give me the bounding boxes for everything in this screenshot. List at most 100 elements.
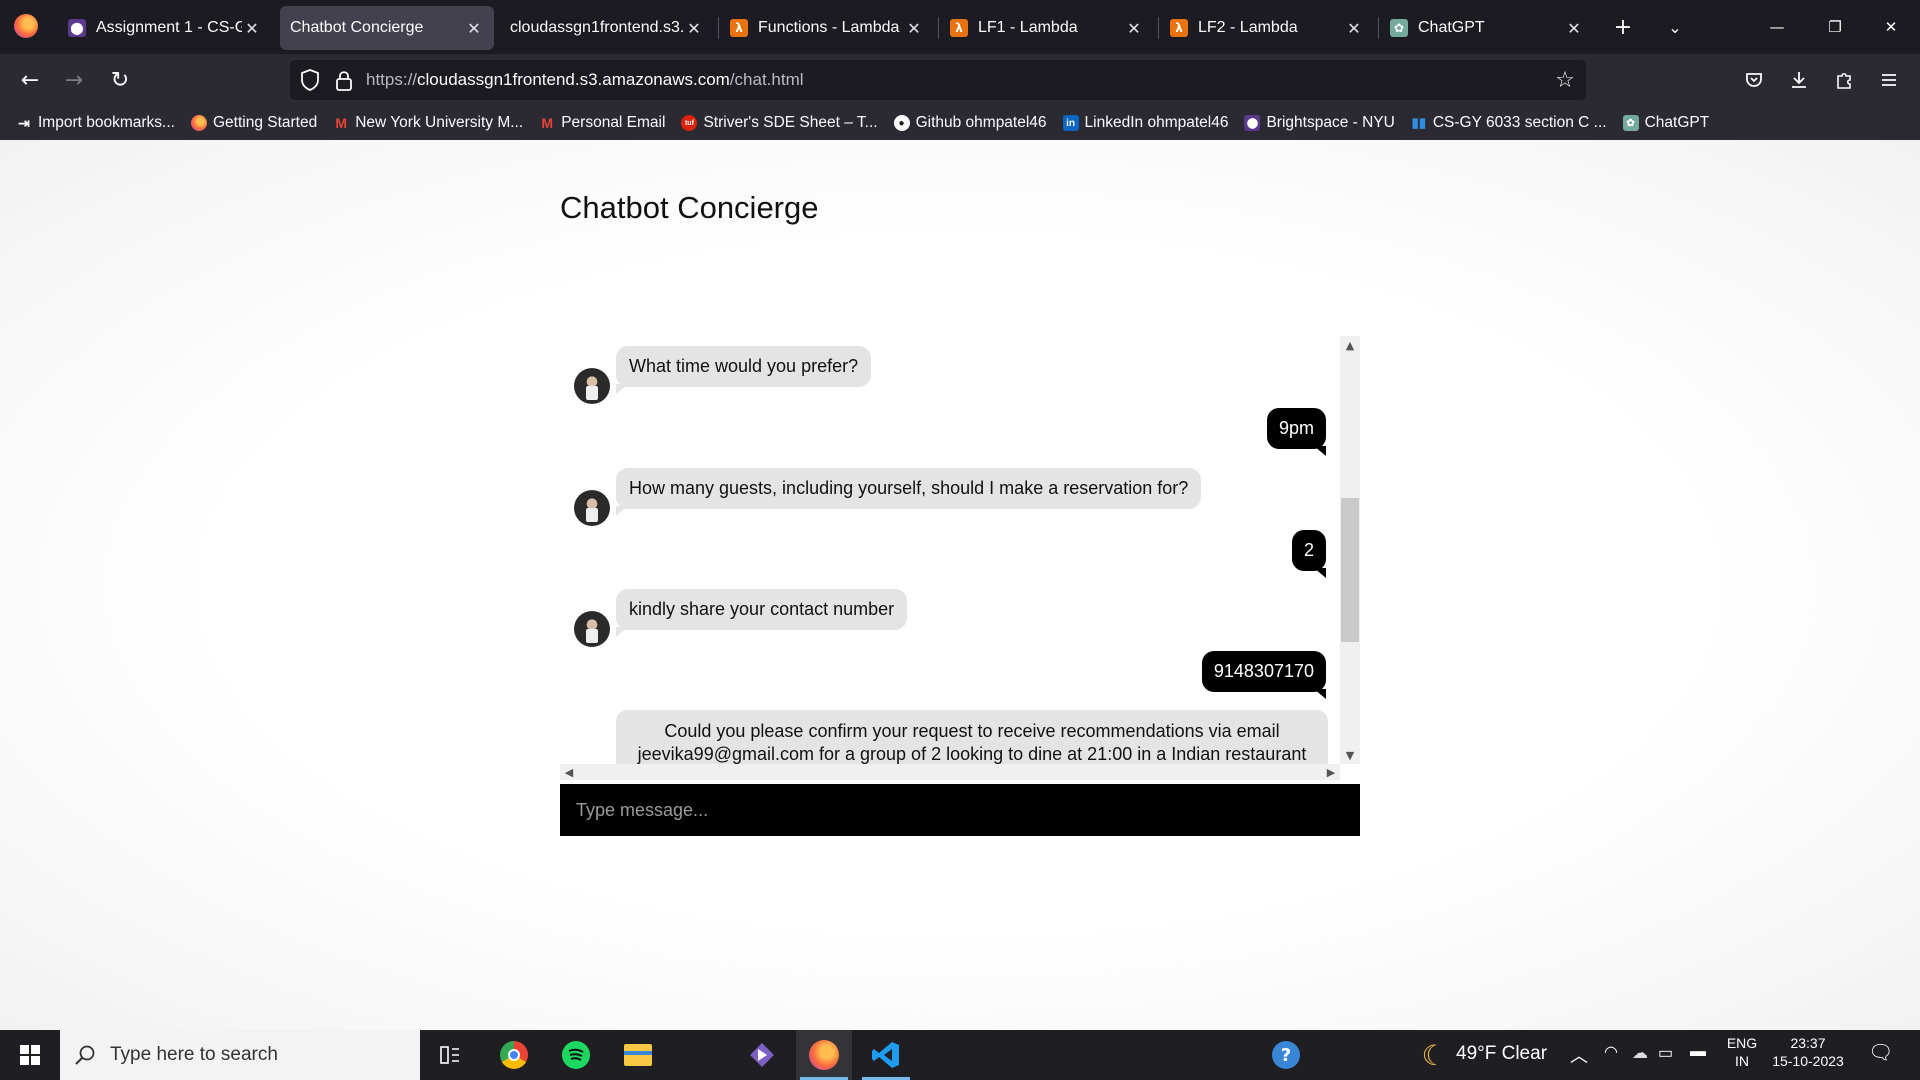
gmail-icon: M — [335, 115, 348, 131]
weather-text[interactable]: 49°F Clear — [1456, 1043, 1547, 1065]
start-button[interactable] — [0, 1030, 60, 1080]
bookmark-brightspace[interactable]: ⬤ Brightspace - NYU — [1244, 114, 1395, 132]
taskbar-search-box[interactable]: Type here to search — [60, 1030, 420, 1080]
aws-lambda-icon: λ — [1170, 19, 1188, 37]
bookmark-label: Getting Started — [212, 114, 318, 131]
scroll-left-arrow-icon[interactable]: ◀ — [560, 764, 578, 780]
search-placeholder: Type here to search — [110, 1044, 278, 1065]
bot-avatar — [574, 611, 610, 647]
clock-date: 15-10-2023 — [1772, 1053, 1844, 1069]
file-explorer-icon[interactable] — [610, 1030, 666, 1080]
forward-arrow-icon[interactable]: → — [58, 64, 90, 96]
tab-title: LF1 - Lambda — [978, 19, 1078, 36]
visual-studio-icon[interactable] — [734, 1030, 790, 1080]
bookmark-star-icon[interactable]: ☆ — [1552, 67, 1578, 93]
tab-assignment[interactable]: ⬤ Assignment 1 - CS-GY ✕ — [58, 6, 272, 50]
bookmark-linkedin[interactable]: in LinkedIn ohmpatel46 — [1062, 114, 1228, 132]
firefox-menu-icon[interactable] — [14, 14, 38, 38]
new-tab-icon[interactable]: + — [1608, 12, 1638, 42]
spotify-icon[interactable] — [548, 1030, 604, 1080]
tab-strip: ⬤ Assignment 1 - CS-GY ✕ Chatbot Concier… — [0, 0, 1920, 54]
restore-icon[interactable]: ❐ — [1812, 8, 1858, 46]
lock-icon[interactable] — [334, 69, 354, 91]
tab-lf1-lambda[interactable]: λ LF1 - Lambda ✕ — [940, 6, 1154, 50]
chat-vertical-scrollbar[interactable]: ▲ ▼ — [1340, 336, 1360, 764]
bookmark-strivers-sheet[interactable]: tuf Striver's SDE Sheet – T... — [681, 114, 878, 132]
url-path: /chat.html — [729, 70, 804, 89]
bookmark-github[interactable]: ● Github ohmpatel46 — [893, 114, 1047, 132]
gmail-icon: M — [541, 115, 554, 131]
tab-functions-lambda[interactable]: λ Functions - Lambda ✕ — [720, 6, 934, 50]
show-hidden-icons-chevron-up-icon[interactable]: ︿ — [1570, 1042, 1588, 1068]
window-close-icon[interactable]: ✕ — [1868, 8, 1914, 46]
weather-moon-icon[interactable]: ☾ — [1406, 1030, 1462, 1080]
bookmark-chatgpt[interactable]: ✿ ChatGPT — [1622, 114, 1710, 132]
tab-divider — [1158, 17, 1159, 39]
page-title: Chatbot Concierge — [560, 190, 819, 225]
bot-avatar — [574, 368, 610, 404]
user-message: 9148307170 — [1201, 651, 1327, 699]
tracking-protection-shield-icon[interactable] — [300, 69, 320, 91]
tab-lf2-lambda[interactable]: λ LF2 - Lambda ✕ — [1160, 6, 1374, 50]
extensions-puzzle-icon[interactable] — [1828, 64, 1860, 96]
bookmark-personal-email[interactable]: M Personal Email — [539, 114, 665, 132]
battery-icon[interactable]: ▬ — [1690, 1043, 1706, 1061]
search-icon — [75, 1045, 95, 1065]
tab-title: cloudassgn1frontend.s3.us — [510, 19, 684, 36]
close-icon[interactable]: ✕ — [464, 18, 484, 38]
scroll-right-arrow-icon[interactable]: ▶ — [1322, 764, 1340, 780]
close-icon[interactable]: ✕ — [242, 18, 262, 38]
list-tabs-chevron-down-icon[interactable]: ⌄ — [1660, 12, 1690, 42]
tab-title: Chatbot Concierge — [290, 19, 424, 36]
page-content: Chatbot Concierge What time would you pr… — [0, 140, 1920, 1030]
tab-chatbot-concierge[interactable]: Chatbot Concierge ✕ — [280, 6, 494, 50]
aws-lambda-icon: λ — [950, 19, 968, 37]
hamburger-menu-icon[interactable] — [1873, 64, 1905, 96]
onedrive-cloud-icon[interactable]: ☁ — [1632, 1043, 1648, 1063]
bookmark-nyu-mail[interactable]: M New York University M... — [333, 114, 523, 132]
user-message: 9pm — [1266, 408, 1327, 456]
reload-icon[interactable]: ↻ — [104, 64, 136, 96]
bookmark-label: Striver's SDE Sheet – T... — [703, 114, 878, 131]
region-code: IN — [1735, 1053, 1749, 1069]
scroll-down-arrow-icon[interactable]: ▼ — [1340, 746, 1360, 764]
notifications-icon[interactable]: 🗨 — [1868, 1040, 1893, 1065]
linkedin-icon: in — [1062, 115, 1079, 131]
bookmark-import[interactable]: ⇥ Import bookmarks... — [16, 114, 175, 132]
tab-chatgpt[interactable]: ✿ ChatGPT ✕ — [1380, 6, 1594, 50]
back-arrow-icon[interactable]: ← — [14, 64, 46, 96]
help-icon[interactable]: ? — [1258, 1030, 1314, 1080]
clock[interactable]: 23:37 15-10-2023 — [1766, 1035, 1850, 1069]
clock-time: 23:37 — [1790, 1035, 1826, 1051]
close-icon[interactable]: ✕ — [904, 18, 924, 38]
tab-s3-frontend[interactable]: cloudassgn1frontend.s3.us ✕ — [500, 6, 714, 50]
chat-messages-panel[interactable]: What time would you prefer? 9pm How many… — [560, 336, 1360, 780]
bookmark-getting-started[interactable]: Getting Started — [190, 114, 318, 132]
close-icon[interactable]: ✕ — [1344, 18, 1364, 38]
display-icon[interactable]: ▭ — [1658, 1043, 1673, 1063]
bookmark-label: Brightspace - NYU — [1266, 114, 1395, 131]
url-host: cloudassgn1frontend.s3.amazonaws.com — [417, 70, 730, 89]
close-icon[interactable]: ✕ — [1124, 18, 1144, 38]
message-input[interactable] — [560, 784, 1360, 836]
scrollbar-thumb[interactable] — [1341, 498, 1359, 642]
minimize-icon[interactable]: — — [1754, 8, 1800, 46]
firefox-taskbar-icon[interactable] — [796, 1030, 852, 1080]
chrome-icon[interactable] — [486, 1030, 542, 1080]
vscode-icon[interactable] — [858, 1030, 914, 1080]
scroll-up-arrow-icon[interactable]: ▲ — [1340, 336, 1360, 354]
network-wifi-icon[interactable]: ◠ — [1604, 1042, 1618, 1062]
bot-message: What time would you prefer? — [616, 346, 872, 394]
language-indicator[interactable]: ENG IN — [1724, 1035, 1760, 1069]
downloads-icon[interactable] — [1783, 64, 1815, 96]
close-icon[interactable]: ✕ — [684, 18, 704, 38]
chat-horizontal-scrollbar[interactable]: ◀ ▶ — [560, 764, 1340, 780]
address-bar[interactable]: https://cloudassgn1frontend.s3.amazonaws… — [290, 60, 1586, 100]
bookmark-cs-gy-6033[interactable]: ▮▮ CS-GY 6033 section C ... — [1411, 114, 1607, 132]
bookmark-label: ChatGPT — [1644, 114, 1710, 131]
task-view-icon[interactable] — [422, 1030, 478, 1080]
close-icon[interactable]: ✕ — [1564, 18, 1584, 38]
pocket-icon[interactable] — [1738, 64, 1770, 96]
tab-divider — [1378, 17, 1379, 39]
url-text[interactable]: https://cloudassgn1frontend.s3.amazonaws… — [366, 70, 804, 90]
